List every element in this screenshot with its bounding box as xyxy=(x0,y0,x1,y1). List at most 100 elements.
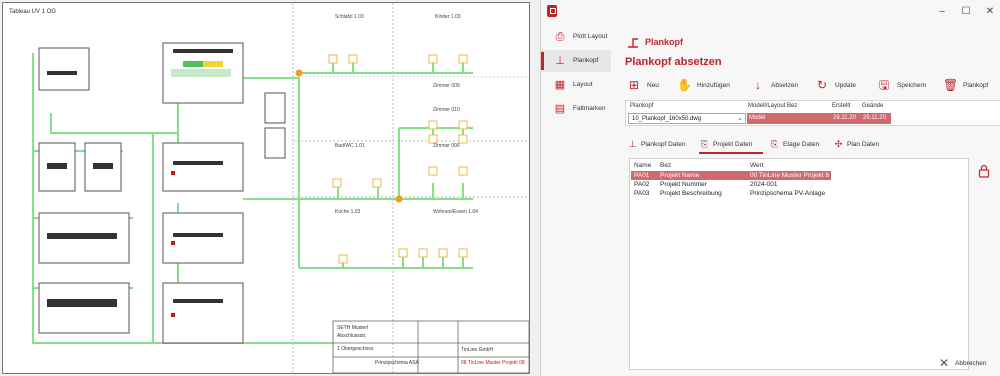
list-row[interactable]: PA01 Projekt Name 00 TinLine Muster Proj… xyxy=(631,171,831,180)
drawing-lines xyxy=(32,3,529,373)
new-label: Neu xyxy=(647,82,659,89)
cell-name: PA02 xyxy=(634,181,650,188)
sidebar: ⎙ Plott Layout ⊥ Plankopf ▦ Layout ▤ Fal… xyxy=(541,26,611,366)
sidebar-item-faltmarken[interactable]: ▤ Faltmarken xyxy=(541,98,611,120)
plankopf-icon xyxy=(628,38,638,48)
save-icon: 🖫 xyxy=(878,78,890,92)
title-bar: – ☐ ✕ xyxy=(541,0,1000,24)
room-label: Zimmer 010 xyxy=(433,107,460,113)
tab-projekt-daten[interactable]: ⎘ Projekt Daten xyxy=(699,136,763,154)
cell-bez: Projekt Beschreibung xyxy=(660,190,722,197)
layout-icon: ▦ xyxy=(554,79,566,91)
fold-marks-icon: ▤ xyxy=(554,103,566,115)
tab-label: Etage Daten xyxy=(783,141,820,148)
tab-label: Projekt Daten xyxy=(713,141,753,148)
titleblock-line: Abschlussstr. xyxy=(337,333,367,339)
update-label: Update xyxy=(835,82,856,89)
main-panel: Plankopf Plankopf absetzen ⊞ Neu ✋ Hinzu… xyxy=(625,28,1000,376)
plankopf-grid: Plankopf Modell/Layout Bez Erstellt Geän… xyxy=(625,100,1000,126)
section-label: Plankopf xyxy=(645,37,684,47)
delete-plankopf-button[interactable]: 🗑 Plankopf xyxy=(943,76,1000,96)
project-data-list[interactable]: Name Bez Wert PA01 Projekt Name 00 TinLi… xyxy=(629,158,969,370)
sidebar-item-plott-layout[interactable]: ⎙ Plott Layout xyxy=(541,26,611,48)
cell-wert: 2024-001 xyxy=(750,181,778,188)
save-button[interactable]: 🖫 Speichern xyxy=(877,76,933,96)
place-button[interactable]: ↓ Absetzen xyxy=(751,76,807,96)
maximize-button[interactable]: ☐ xyxy=(957,4,975,20)
page-title: Plankopf absetzen xyxy=(625,56,722,68)
list-row[interactable]: PA03 Projekt Beschreibung Prinzipschema … xyxy=(631,189,967,198)
tab-label: Plan Daten xyxy=(847,141,880,148)
grid-header: Modell/Layout Bez xyxy=(748,103,798,109)
titleblock-line: TinLine GmbH xyxy=(461,347,494,353)
app-icon xyxy=(547,5,557,17)
tab-plankopf-daten[interactable]: ⊥ Plankopf Daten xyxy=(627,136,693,154)
plotter-icon: ⎙ xyxy=(555,31,565,43)
lock-icon[interactable] xyxy=(978,164,990,178)
column-header: Name xyxy=(634,162,652,169)
titleblock-line: SETH Musterl xyxy=(337,325,369,331)
sidebar-item-layout[interactable]: ▦ Layout xyxy=(541,74,611,96)
cell-bez: Projekt Name xyxy=(660,172,700,179)
trash-icon: 🗑 xyxy=(943,78,959,92)
data-tabs: ⊥ Plankopf Daten ⎘ Projekt Daten ⎘ Etage… xyxy=(625,136,1000,154)
plan-grid-icon: ✣ xyxy=(834,139,843,149)
titleblock-line: 08 TinLine Muster Projekt 08 xyxy=(461,360,525,366)
sidebar-item-label: Plankopf xyxy=(573,57,599,64)
plus-icon: ⊞ xyxy=(628,78,640,92)
update-button[interactable]: ↻ Update xyxy=(815,76,867,96)
chevron-down-icon: ⌄ xyxy=(737,115,743,122)
cell-wert: 00 TinLine Muster Projekt 6 xyxy=(750,172,830,179)
modified-cell[interactable]: 29.11.20 xyxy=(861,113,891,124)
place-label: Absetzen xyxy=(771,82,799,89)
plankopf-icon: ⊥ xyxy=(555,55,565,67)
new-button[interactable]: ⊞ Neu xyxy=(627,76,667,96)
cell-name: PA03 xyxy=(634,190,650,197)
sidebar-item-label: Faltmarken xyxy=(573,105,606,112)
column-header: Wert xyxy=(750,162,764,169)
cell-bez: Projekt Nummer xyxy=(660,181,707,188)
toolbar: ⊞ Neu ✋ Hinzufügen ↓ Absetzen ↻ Update 🖫 xyxy=(625,76,1000,96)
room-label: Kinder 1.03 xyxy=(435,14,461,20)
delete-plankopf-label: Plankopf xyxy=(963,82,989,89)
room-label: Schlafzi 1.03 xyxy=(335,14,364,20)
sidebar-item-label: Layout xyxy=(573,81,593,88)
cell-wert: Prinzipschema PV-Anlage xyxy=(750,190,826,197)
drawing-title: Tableau UV 1 OG xyxy=(9,9,57,15)
grid-header: Geände xyxy=(862,103,884,109)
close-button[interactable]: ✕ xyxy=(981,4,999,20)
room-label: Küche 1.03 xyxy=(335,209,361,215)
model-cell[interactable]: Model xyxy=(747,113,831,124)
plankopf-select-value: 10_Plankopf_160x50.dwg xyxy=(632,116,702,122)
sidebar-item-plankopf[interactable]: ⊥ Plankopf xyxy=(541,50,611,72)
titleblock-line: Prinzipschema ASA xyxy=(375,360,419,366)
hand-icon: ✋ xyxy=(677,78,692,92)
grid-header: Erstellt xyxy=(832,103,851,109)
add-button[interactable]: ✋ Hinzufügen xyxy=(677,76,741,96)
tab-plan-daten[interactable]: ✣ Plan Daten xyxy=(833,136,889,154)
plankopf-icon: ⊥ xyxy=(628,139,637,149)
titleblock-line: 1 Obergeschoss xyxy=(337,346,374,352)
add-label: Hinzufügen xyxy=(697,82,730,89)
created-cell[interactable]: 29.11.20 xyxy=(831,113,861,124)
room-label: Zimmer 006 xyxy=(433,143,460,149)
close-icon: ✕ xyxy=(939,356,950,370)
cancel-label: Abbrechen xyxy=(955,360,987,367)
save-label: Speichern xyxy=(897,82,927,89)
cell-name: PA01 xyxy=(634,172,650,179)
tab-etage-daten[interactable]: ⎘ Etage Daten xyxy=(769,136,827,154)
list-row[interactable]: PA02 Projekt Nummer 2024-001 xyxy=(631,180,967,189)
room-label: Bad/WC 1.01 xyxy=(335,143,365,149)
tab-label: Plankopf Daten xyxy=(641,141,686,148)
plankopf-select[interactable]: 10_Plankopf_160x50.dwg ⌄ xyxy=(628,113,746,124)
minimize-button[interactable]: – xyxy=(933,4,951,20)
sidebar-item-label: Plott Layout xyxy=(573,33,608,40)
cad-drawing-canvas[interactable]: Tableau UV 1 OG Schlafzi 1.03 Kinder 1.0… xyxy=(2,2,530,374)
column-header: Bez xyxy=(660,162,672,169)
plankopf-dialog: – ☐ ✕ ⎙ Plott Layout ⊥ Plankopf ▦ Layout… xyxy=(540,0,1000,376)
room-label: Wohnen/Essen 1.04 xyxy=(433,209,478,215)
arrow-down-icon: ↓ xyxy=(755,78,761,92)
refresh-icon: ↻ xyxy=(816,78,828,92)
room-label: Zimmer 009 xyxy=(433,83,460,89)
grid-header: Plankopf xyxy=(630,103,654,109)
